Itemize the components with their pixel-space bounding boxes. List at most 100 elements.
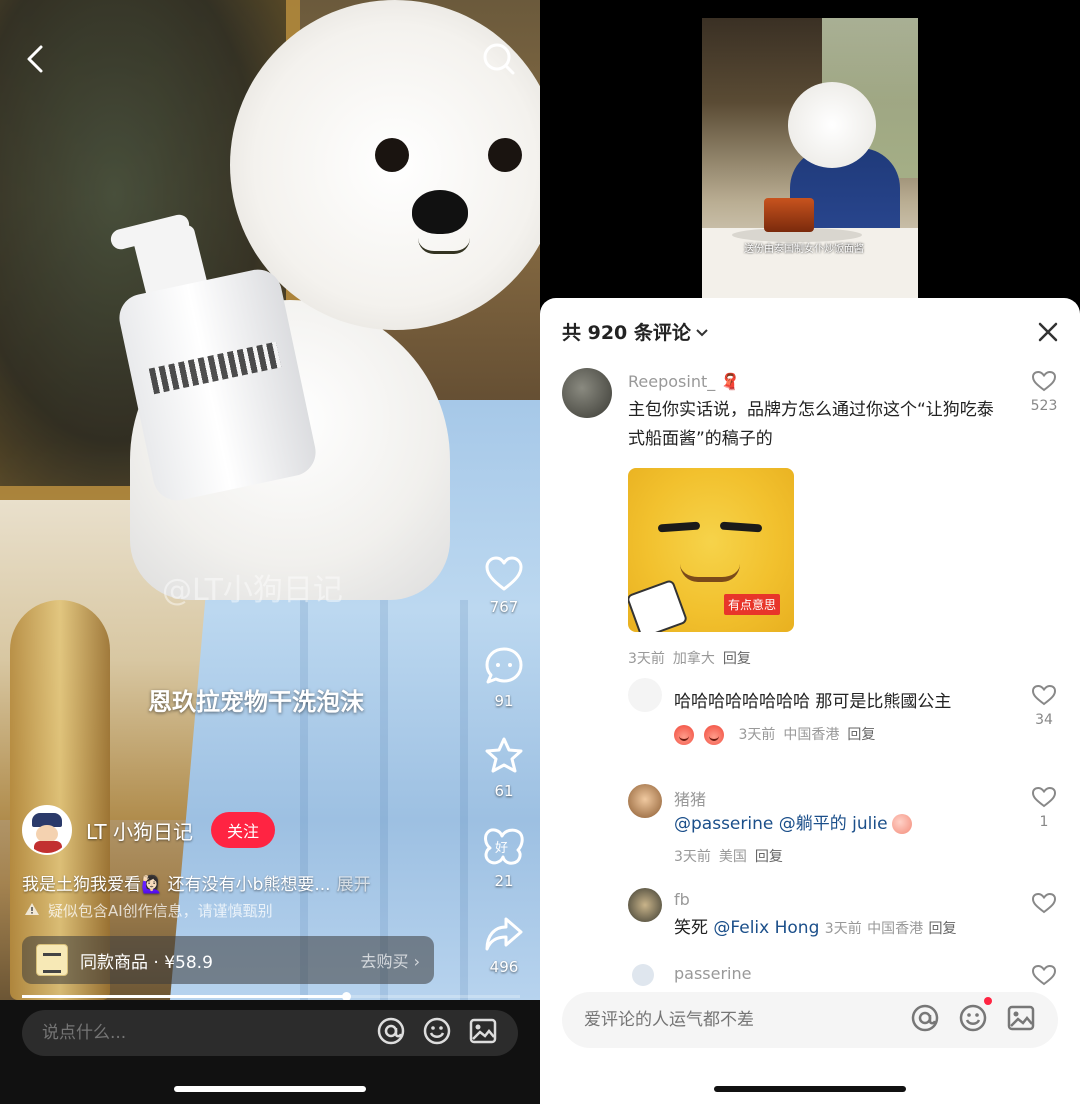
comment-like-button[interactable]: 523 [1024,370,1064,414]
image-icon[interactable] [1006,1003,1036,1037]
laugh-emoji-icon [704,725,724,745]
progress-fill [22,995,346,998]
avatar[interactable] [22,805,72,855]
dog-head [788,82,876,168]
comment-icon [485,647,523,684]
follow-button[interactable]: 关注 [210,812,275,848]
comment-time: 3天前 [824,921,862,937]
author-name[interactable]: LT 小狗日记 [86,816,193,845]
video-description[interactable]: 我是土狗我爱看🙋🏻‍♀️ 还有没有小b熊想要... 展开 [22,870,371,895]
comment-count: 91 [494,692,514,710]
avatar[interactable] [628,888,662,922]
reply-button[interactable]: 回复 [755,849,783,865]
comment-meta: 3天前 加拿大 回复 [628,648,751,668]
image-icon[interactable] [468,1016,498,1050]
dog-mouth [418,238,470,254]
video-progress-bar[interactable] [22,992,520,1001]
comment-username[interactable]: passerine [674,964,751,983]
comment-username[interactable]: Reeposint_ 🧣 [628,372,740,391]
mention-link[interactable]: @Felix Hong [713,918,819,938]
mention-link[interactable]: @躺平的 julie [779,814,888,834]
comment-like-button[interactable] [1024,892,1064,918]
comment-location: 中国香港 [783,727,840,743]
avatar[interactable] [632,964,654,986]
comment-location: 美国 [718,849,747,865]
share-count: 496 [489,958,519,976]
comment-time: 3天前 [674,849,711,865]
comment-input[interactable] [42,1023,360,1043]
comment-input-bar [562,992,1058,1048]
like-count: 767 [489,598,519,616]
comment-like-count: 34 [1035,712,1053,728]
expand-link[interactable]: 展开 [337,875,371,895]
avatar[interactable] [628,678,662,712]
reply-button[interactable]: 回复 [723,651,751,667]
comment-location: 中国香港 [867,921,924,937]
comment-screen: 送份由泰国制女仆炒饭面酱 共 920 条评论 Reeposint_ 🧣 主包你实… [540,0,1080,1104]
sauce-jar [764,198,814,232]
comment-like-count: 1 [1039,814,1049,830]
favorite-count: 61 [494,782,514,800]
video-thumbnail[interactable]: 送份由泰国制女仆炒饭面酱 [702,18,918,300]
share-button[interactable]: 496 [476,916,532,976]
comment-button[interactable]: 91 [476,646,532,710]
laugh-emoji-icon [674,725,694,745]
ai-notice-text: 疑似包含AI创作信息，请谨慎甄别 [48,902,273,920]
meme-caption: 有点意思 [724,594,781,615]
comment-like-button[interactable] [1024,964,1064,986]
home-indicator [714,1086,906,1092]
comment-like-count: 523 [1030,398,1058,414]
back-icon[interactable] [24,44,48,74]
favorite-button[interactable]: 61 [476,736,532,800]
product-title-overlay: 恩玖拉宠物干洗泡沫 [148,688,364,716]
watermark: @LT小狗日记 [162,573,343,608]
notification-dot [984,997,992,1005]
avatar[interactable] [628,784,662,818]
comment-input[interactable] [584,1010,892,1030]
video-player[interactable]: @LT小狗日记 恩玖拉宠物干洗泡沫 767 91 61 好 21 496 LT … [0,0,540,1104]
buy-link[interactable]: 去购买 › [361,948,421,972]
reply-item: fb 笑死 @Felix Hong 3天前 中国香港 回复 [540,886,1080,966]
at-icon[interactable] [376,1016,406,1050]
heart-icon [1031,892,1057,914]
at-icon[interactable] [910,1003,940,1037]
good-count: 21 [494,872,514,890]
comment-like-button[interactable]: 34 [1024,684,1064,728]
peach-emoji-icon [891,814,912,834]
reply-item: passerine [540,960,1080,986]
search-icon[interactable] [482,42,516,76]
reply-item: 猪猪 @passerine @躺平的 julie 3天前 美国 回复 1 [540,782,1080,882]
reply-button[interactable]: 回复 [847,727,875,743]
author-row: LT 小狗日记 关注 [22,804,275,856]
good-button[interactable]: 好 21 [476,826,532,890]
description-text: 我是土狗我爱看🙋🏻‍♀️ 还有没有小b熊想要... [22,875,331,895]
meme-image[interactable]: 有点意思 [628,468,794,632]
heart-icon [1031,684,1057,706]
emoji-icon[interactable] [422,1016,452,1050]
comment-like-button[interactable]: 1 [1024,786,1064,830]
comment-text: @passerine @躺平的 julie [674,810,1014,839]
heart-icon [1031,786,1057,808]
comment-text-prefix: 笑死 [674,918,708,938]
mention-link[interactable]: @passerine [674,814,773,834]
comment-sheet: 共 920 条评论 Reeposint_ 🧣 主包你实话说，品牌方怎么通过你这个… [540,298,1080,1104]
comment-meta: 3天前 中国香港 回复 [674,724,875,745]
product-link[interactable]: 同款商品 · ¥58.9 去购买 › [22,936,434,984]
product-thumbnail [36,944,68,976]
dog-eye [488,138,522,172]
avatar[interactable] [562,368,612,418]
warning-icon [24,902,40,920]
star-icon [485,737,523,773]
product-price-label: 同款商品 · ¥58.9 [80,952,213,973]
comment-text: 主包你实话说，品牌方怎么通过你这个“让狗吃泰式船面酱”的稿子的 [628,400,994,449]
heart-icon [1031,370,1057,392]
comment-location: 加拿大 [672,651,715,667]
like-button[interactable]: 767 [476,556,532,616]
comment-username[interactable]: 猪猪 [674,786,706,810]
emoji-icon[interactable] [958,997,992,1037]
reply-button[interactable]: 回复 [929,921,957,937]
ai-notice: 疑似包含AI创作信息，请谨慎甄别 [24,900,273,921]
comment-username[interactable]: fb [674,890,690,909]
video-caption: 送份由泰国制女仆炒饭面酱 [744,244,864,255]
comment-text: 笑死 @Felix Hong 3天前 中国香港 回复 [674,914,1054,944]
